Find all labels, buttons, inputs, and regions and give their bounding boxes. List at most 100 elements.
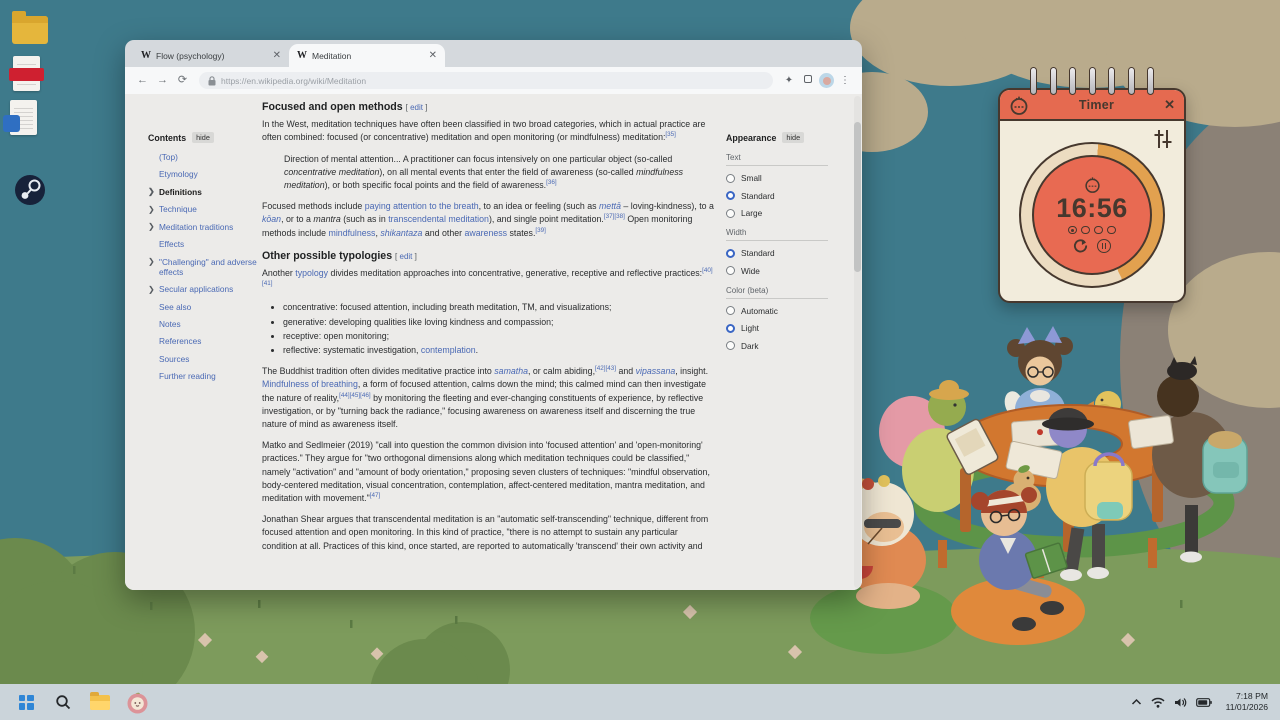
wiki-link[interactable]: contemplation: [421, 345, 476, 355]
wiki-link[interactable]: shikantaza: [380, 228, 422, 238]
desktop-icon-pdf-document[interactable]: [13, 56, 40, 91]
reset-icon[interactable]: [1073, 238, 1088, 253]
radio-option[interactable]: Large: [726, 208, 828, 218]
scrollbar-thumb[interactable]: [854, 122, 861, 272]
bullet-item: receptive: open monitoring;: [283, 330, 714, 343]
contents-item[interactable]: ❯ Meditation traditions: [148, 223, 258, 233]
wiki-link[interactable]: vipassana: [636, 366, 676, 376]
contents-item-label: Notes: [159, 319, 181, 329]
appearance-hide-button[interactable]: hide: [782, 132, 804, 143]
contents-item[interactable]: ❯ (Top): [148, 153, 258, 163]
menu-icon[interactable]: ⋮: [837, 75, 853, 86]
text-run: and other: [422, 228, 464, 238]
contents-item[interactable]: ❯ References: [148, 337, 258, 347]
text-run: generative: developing qualities like lo…: [283, 317, 553, 327]
radio-option[interactable]: Dark: [726, 341, 828, 351]
contents-item[interactable]: ❯ Further reading: [148, 372, 258, 382]
wiki-link[interactable]: kōan: [262, 214, 281, 224]
section-heading: Focused and open methods [ edit ]: [262, 101, 714, 114]
close-icon[interactable]: ✕: [1164, 98, 1175, 111]
wiki-link[interactable]: Mindfulness of breathing: [262, 379, 358, 389]
text-run: , to an idea or feeling (such as: [479, 201, 599, 211]
pause-button[interactable]: [1097, 239, 1111, 253]
doc-blue-square: [3, 115, 20, 132]
tab-close-icon[interactable]: ✕: [429, 50, 437, 61]
refresh-icon[interactable]: ⟳: [174, 75, 191, 86]
paragraph: Matko and Sedlmeier (2019) "call into qu…: [262, 439, 714, 505]
radio-label: Wide: [741, 266, 760, 276]
timer-body: 16:56: [1000, 121, 1184, 301]
desktop-icon-folder[interactable]: [12, 16, 48, 44]
radio-icon: [726, 249, 735, 258]
contents-item[interactable]: ❯ Definitions: [148, 188, 258, 198]
contents-item[interactable]: ❯ Secular applications: [148, 285, 258, 295]
desktop-icon-text-document[interactable]: [10, 100, 37, 135]
desktop-icon-steam[interactable]: [14, 174, 46, 211]
wiki-link[interactable]: typology: [295, 268, 328, 278]
text-run: divides meditation approaches into conce…: [328, 268, 702, 278]
extensions-icon[interactable]: ✦: [781, 75, 797, 86]
sidebar-icon[interactable]: [800, 75, 816, 86]
back-icon[interactable]: ←: [134, 75, 151, 86]
reference-sup[interactable]: [37][38]: [604, 214, 625, 221]
address-bar[interactable]: https://en.wikipedia.org/wiki/Meditation: [199, 72, 773, 89]
contents-item[interactable]: ❯ "Challenging" and adverse effects: [148, 258, 258, 278]
wiki-link[interactable]: mindfulness: [329, 228, 376, 238]
start-button[interactable]: [12, 688, 40, 716]
browser-tab[interactable]: W Meditation ✕: [289, 44, 445, 67]
contents-hide-button[interactable]: hide: [192, 132, 214, 143]
radio-option[interactable]: Standard: [726, 191, 828, 201]
section-heading: Other possible typologies [ edit ]: [262, 250, 714, 263]
reference-sup[interactable]: [35]: [665, 131, 676, 138]
scrollbar[interactable]: [854, 96, 861, 588]
contents-item[interactable]: ❯ See also: [148, 303, 258, 313]
forward-icon[interactable]: →: [154, 75, 171, 86]
wiki-link[interactable]: transcendental meditation: [388, 214, 489, 224]
radio-option[interactable]: Automatic: [726, 306, 828, 316]
edit-link[interactable]: [ edit ]: [395, 252, 417, 261]
chevron-right-icon[interactable]: ❯: [148, 205, 155, 215]
radio-option[interactable]: Standard: [726, 248, 828, 258]
settings-sliders-icon[interactable]: [1152, 128, 1174, 150]
contents-item[interactable]: ❯ Effects: [148, 240, 258, 250]
radio-option[interactable]: Wide: [726, 266, 828, 276]
battery-icon[interactable]: [1196, 698, 1212, 707]
profile-avatar[interactable]: [819, 73, 834, 88]
text-run: Matko and Sedlmeier (2019) "call into qu…: [262, 440, 710, 503]
browser-tab[interactable]: W Flow (psychology) ✕: [133, 44, 289, 67]
wiki-link[interactable]: awareness: [464, 228, 507, 238]
chevron-right-icon[interactable]: ❯: [148, 222, 155, 232]
reference-sup[interactable]: [42][43]: [595, 365, 616, 372]
chevron-right-icon[interactable]: ❯: [148, 285, 155, 295]
contents-item-label: Sources: [159, 354, 189, 364]
search-button[interactable]: [49, 688, 77, 716]
tray-chevron-icon[interactable]: [1131, 698, 1142, 706]
reference-sup[interactable]: [39]: [535, 227, 546, 234]
radio-option[interactable]: Small: [726, 173, 828, 183]
file-explorer-button[interactable]: [86, 688, 114, 716]
edit-link[interactable]: [ edit ]: [406, 103, 428, 112]
contents-item[interactable]: ❯ Sources: [148, 355, 258, 365]
binding-ring: [1030, 67, 1037, 95]
reference-sup[interactable]: [47]: [370, 492, 381, 499]
chevron-right-icon[interactable]: ❯: [148, 257, 155, 267]
contents-item[interactable]: ❯ Notes: [148, 320, 258, 330]
wifi-icon[interactable]: [1151, 697, 1165, 708]
chevron-right-icon[interactable]: ❯: [148, 187, 155, 197]
wiki-link[interactable]: samatha: [494, 366, 528, 376]
wiki-link[interactable]: mettā: [599, 201, 621, 211]
text-run: , insight.: [675, 366, 708, 376]
reference-sup[interactable]: [36]: [546, 179, 557, 186]
taskbar-clock[interactable]: 7:18 PM 11/01/2026: [1226, 691, 1268, 713]
reference-sup[interactable]: [44][45][46]: [339, 392, 371, 399]
focus-timer-app-button[interactable]: [123, 688, 151, 716]
volume-icon[interactable]: [1174, 697, 1187, 708]
contents-item[interactable]: ❯ Technique: [148, 205, 258, 215]
wikipedia-favicon: W: [141, 50, 151, 61]
wiki-link[interactable]: paying attention to the breath: [365, 201, 479, 211]
blockquote: Direction of mental attention... A pract…: [284, 153, 714, 193]
tab-close-icon[interactable]: ✕: [273, 50, 281, 61]
radio-option[interactable]: Light: [726, 323, 828, 333]
contents-sidebar: Contents hide ❯ (Top) ❯ Etymology ❯ Defi…: [148, 132, 258, 390]
contents-item[interactable]: ❯ Etymology: [148, 170, 258, 180]
